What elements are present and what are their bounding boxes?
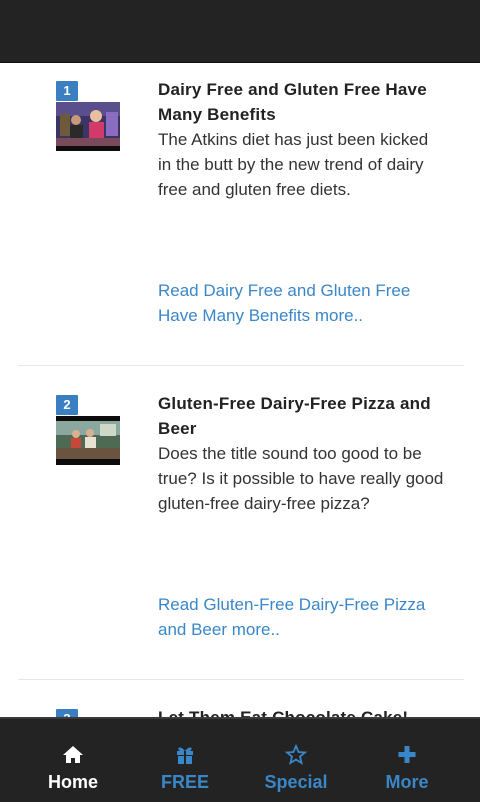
tab-label: FREE	[160, 772, 209, 792]
gift-icon	[130, 743, 240, 765]
article-list[interactable]: 1 Dairy Free and Gluten Free Have Many B…	[0, 63, 480, 717]
tab-special[interactable]: Special	[241, 719, 351, 802]
article-divider	[18, 365, 464, 366]
home-icon	[18, 743, 128, 765]
tab-label: More	[385, 772, 429, 792]
read-more-link[interactable]: Read Dairy Free and Gluten Free Have Man…	[158, 278, 444, 328]
article-description: Does the title sound too good to be true…	[158, 444, 444, 513]
article-thumbnail[interactable]	[56, 102, 120, 151]
star-icon	[241, 743, 351, 765]
article-number-badge: 1	[56, 81, 78, 101]
article-title[interactable]: Dairy Free and Gluten Free Have Many Ben…	[158, 77, 438, 127]
article-divider	[18, 679, 464, 680]
tab-home[interactable]: Home	[18, 719, 128, 802]
article-title[interactable]: Let Them Eat Chocolate Cake!	[158, 705, 438, 717]
article-description: The Atkins diet has just been kicked in …	[158, 130, 429, 199]
article-thumbnail[interactable]	[56, 416, 120, 465]
article-title[interactable]: Gluten-Free Dairy-Free Pizza and Beer	[158, 391, 438, 441]
plus-icon	[352, 743, 462, 765]
tab-label: Home	[47, 772, 98, 792]
tab-label: Special	[264, 772, 328, 792]
tab-more[interactable]: More	[352, 719, 462, 802]
article-number-badge: 2	[56, 395, 78, 415]
read-more-link[interactable]: Read Gluten-Free Dairy-Free Pizza and Be…	[158, 592, 444, 642]
top-app-bar	[0, 0, 480, 63]
tab-free[interactable]: FREE	[130, 719, 240, 802]
article-number-badge: 3	[56, 709, 78, 717]
bottom-navigation: Home FREE Special More	[0, 717, 480, 802]
